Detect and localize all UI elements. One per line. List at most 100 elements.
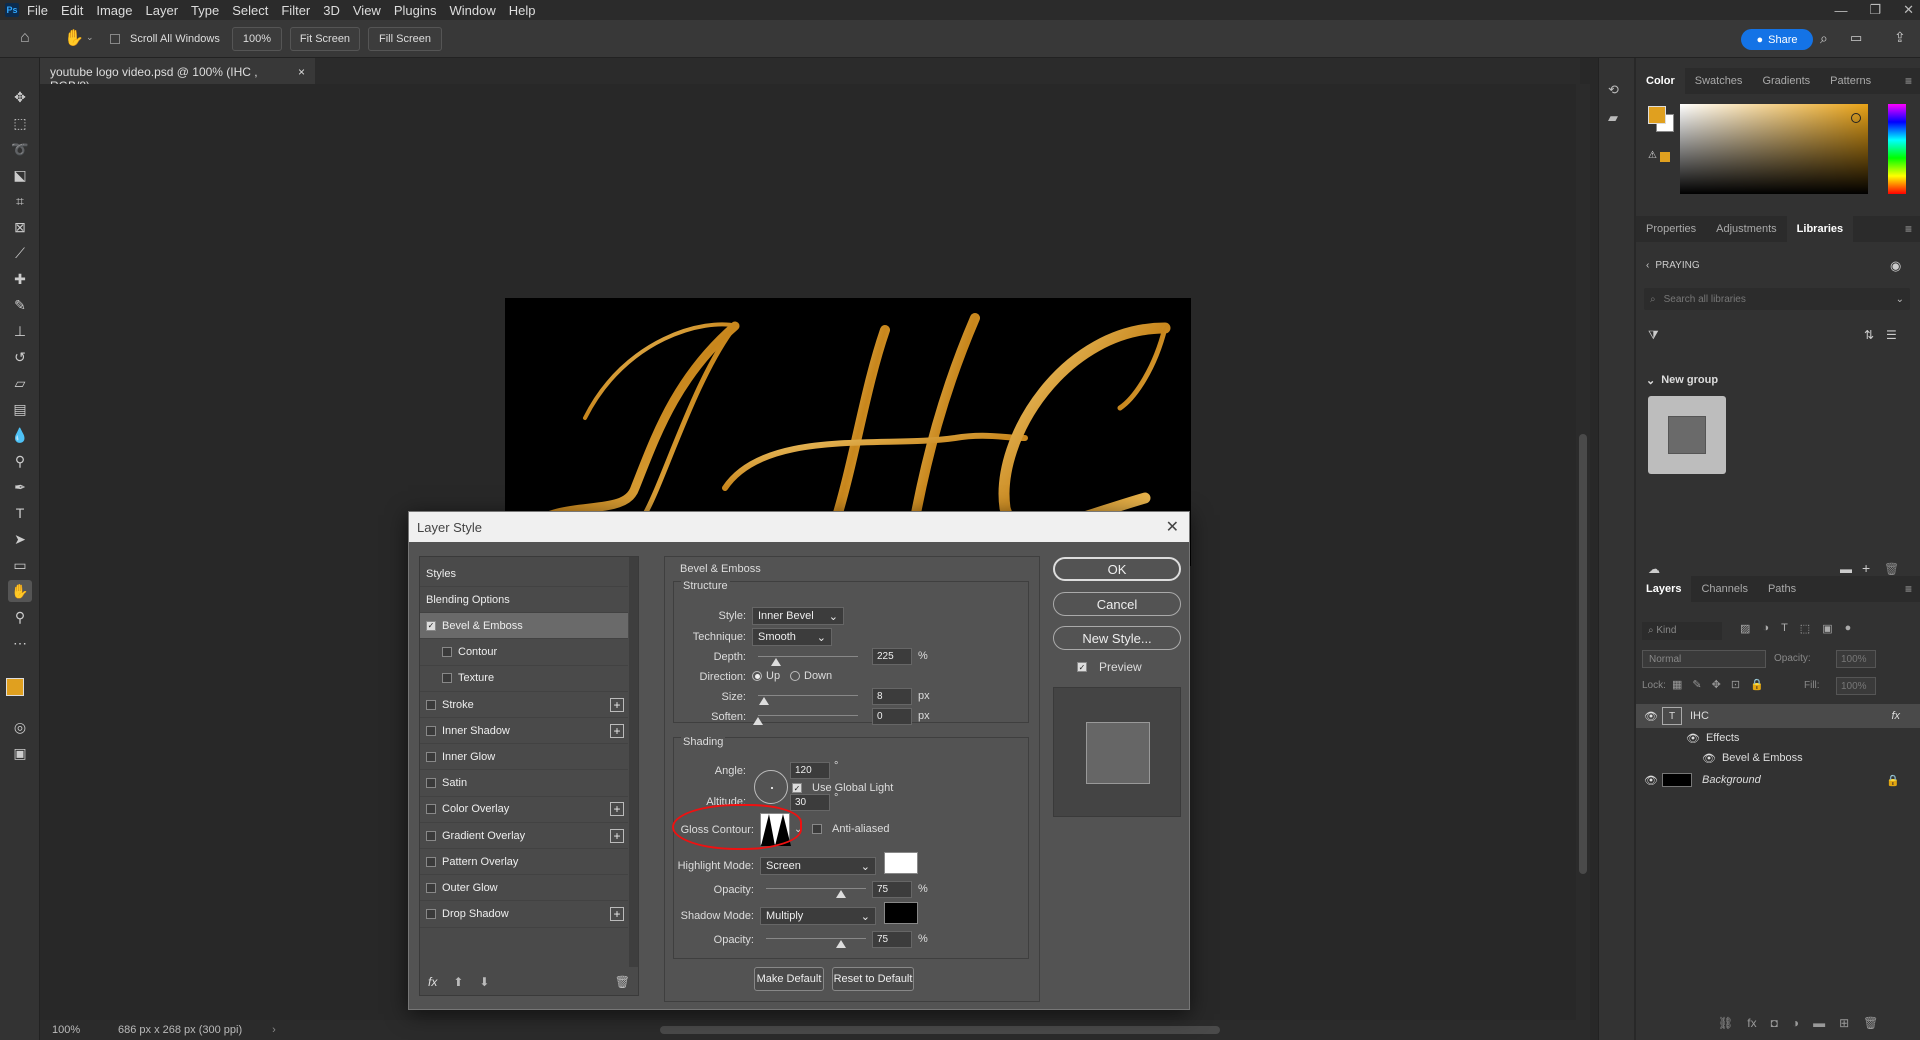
add-effect-icon[interactable]: + bbox=[610, 802, 624, 817]
altitude-input[interactable]: 30 bbox=[790, 794, 830, 811]
lock-transparency-icon[interactable]: ▦ bbox=[1672, 678, 1682, 691]
checkbox-icon[interactable] bbox=[442, 647, 452, 658]
cancel-button[interactable]: Cancel bbox=[1053, 592, 1181, 616]
tab-paths[interactable]: Paths bbox=[1758, 576, 1806, 602]
panel-menu-icon[interactable]: ≡ bbox=[1905, 222, 1912, 236]
share-button[interactable]: ● Share bbox=[1741, 29, 1813, 50]
angle-dial[interactable] bbox=[754, 770, 788, 804]
vertical-scrollbar[interactable] bbox=[1576, 84, 1590, 1020]
status-arrow-icon[interactable]: › bbox=[272, 1024, 276, 1036]
direction-up-radio[interactable]: Up bbox=[752, 670, 780, 682]
highlight-mode-select[interactable]: Screen ⌄ bbox=[760, 857, 876, 875]
tab-gradients[interactable]: Gradients bbox=[1752, 68, 1820, 94]
tab-adjustments[interactable]: Adjustments bbox=[1706, 216, 1787, 242]
style-item-gradient-overlay[interactable]: Gradient Overlay + bbox=[420, 823, 628, 849]
checkbox-icon[interactable] bbox=[426, 751, 436, 762]
eye-icon[interactable]: 👁 bbox=[1644, 774, 1662, 787]
trash-icon[interactable]: 🗑 bbox=[615, 975, 630, 989]
depth-slider-track[interactable] bbox=[758, 656, 858, 657]
panel-menu-icon[interactable]: ≡ bbox=[1905, 74, 1912, 88]
soften-input[interactable]: 0 bbox=[872, 708, 912, 725]
fill-input[interactable]: 100% bbox=[1836, 677, 1876, 695]
workspace-icon[interactable]: ▭ bbox=[1850, 30, 1862, 46]
size-slider-track[interactable] bbox=[758, 695, 858, 696]
library-search-input[interactable]: ⌕ Search all libraries ⌄ bbox=[1644, 288, 1910, 310]
hue-slider[interactable] bbox=[1888, 104, 1906, 194]
restore-icon[interactable]: ❐ bbox=[1869, 2, 1881, 18]
highlight-opacity-input[interactable]: 75 bbox=[872, 881, 912, 898]
color-picker-marker[interactable] bbox=[1851, 113, 1861, 123]
fit-screen-button[interactable]: Fit Screen bbox=[290, 27, 360, 51]
checkbox-checked-icon[interactable]: ✓ bbox=[426, 620, 436, 631]
highlight-opacity-knob[interactable] bbox=[836, 890, 846, 898]
vertical-scroll-thumb[interactable] bbox=[1579, 434, 1587, 874]
tab-layers[interactable]: Layers bbox=[1636, 576, 1692, 602]
menu-filter[interactable]: Filter bbox=[281, 3, 310, 18]
add-effect-icon[interactable]: + bbox=[610, 723, 624, 738]
tab-patterns[interactable]: Patterns bbox=[1820, 68, 1881, 94]
style-item-pattern-overlay[interactable]: Pattern Overlay bbox=[420, 849, 628, 876]
hand-tool-icon[interactable]: ✋ bbox=[64, 28, 84, 48]
new-layer-icon[interactable]: ⊞ bbox=[1839, 1016, 1849, 1030]
link-icon[interactable]: ⛓ bbox=[1718, 1016, 1733, 1030]
reset-to-default-button[interactable]: Reset to Default bbox=[832, 967, 914, 991]
horizontal-scroll-thumb[interactable] bbox=[660, 1026, 1220, 1034]
folder-icon[interactable]: ▬ bbox=[1813, 1016, 1825, 1030]
library-collaborators-icon[interactable]: ◉ bbox=[1890, 258, 1901, 274]
chevron-down-icon[interactable]: ⌄ bbox=[1896, 294, 1904, 305]
style-item-contour[interactable]: Contour bbox=[420, 640, 628, 666]
type-filter-icon[interactable]: T bbox=[1781, 622, 1788, 635]
checkbox-icon[interactable] bbox=[110, 34, 120, 44]
cloud-icon[interactable]: ☁ bbox=[1648, 562, 1660, 576]
sort-icon[interactable]: ⇅ bbox=[1864, 328, 1874, 342]
style-item-inner-shadow[interactable]: Inner Shadow + bbox=[420, 718, 628, 745]
move-up-icon[interactable]: ⬆ bbox=[453, 975, 463, 989]
direction-down-radio[interactable]: Down bbox=[790, 670, 832, 682]
tab-libraries[interactable]: Libraries bbox=[1786, 216, 1854, 242]
history-brush-tool-icon[interactable]: ↺ bbox=[8, 346, 32, 368]
menu-help[interactable]: Help bbox=[509, 3, 536, 18]
export-icon[interactable]: ⇪ bbox=[1894, 29, 1906, 46]
tab-swatches[interactable]: Swatches bbox=[1685, 68, 1753, 94]
style-item-drop-shadow[interactable]: Drop Shadow + bbox=[420, 902, 628, 928]
comments-icon[interactable]: ▰ bbox=[1608, 110, 1618, 126]
frame-tool-icon[interactable]: ⊠ bbox=[8, 216, 32, 238]
fg-color-chip[interactable] bbox=[1648, 106, 1666, 124]
bevel-style-select[interactable]: Inner Bevel ⌄ bbox=[752, 607, 844, 625]
folder-icon[interactable]: ▬ bbox=[1840, 562, 1852, 576]
panel-menu-icon[interactable]: ≡ bbox=[1905, 582, 1912, 596]
soften-slider-knob[interactable] bbox=[753, 717, 763, 725]
minimize-icon[interactable]: — bbox=[1834, 3, 1847, 18]
menu-view[interactable]: View bbox=[353, 3, 381, 18]
add-effect-icon[interactable]: + bbox=[610, 697, 624, 712]
move-tool-icon[interactable]: ✥ bbox=[8, 86, 32, 108]
status-zoom[interactable]: 100% bbox=[52, 1024, 112, 1036]
close-window-icon[interactable]: ✕ bbox=[1903, 2, 1914, 18]
gamut-warning-icon[interactable]: ⚠ bbox=[1648, 150, 1657, 161]
checkbox-icon[interactable] bbox=[426, 909, 436, 920]
fx-icon[interactable]: fx bbox=[1747, 1016, 1756, 1030]
menu-layer[interactable]: Layer bbox=[146, 3, 179, 18]
scroll-all-windows-option[interactable]: Scroll All Windows bbox=[110, 33, 220, 45]
checkbox-icon[interactable] bbox=[426, 804, 436, 815]
eraser-tool-icon[interactable]: ▱ bbox=[8, 372, 32, 394]
adjustment-icon[interactable]: ◑ bbox=[1792, 1016, 1799, 1030]
blend-mode-select[interactable]: Normal bbox=[1642, 650, 1766, 668]
screen-mode-icon[interactable]: ▣ bbox=[8, 742, 32, 764]
library-breadcrumb[interactable]: ‹ PRAYING bbox=[1646, 260, 1700, 271]
highlight-opacity-track[interactable] bbox=[766, 888, 866, 889]
eye-icon[interactable]: 👁 bbox=[1702, 752, 1716, 765]
zoom-100-button[interactable]: 100% bbox=[232, 27, 282, 51]
add-effect-icon[interactable]: + bbox=[610, 907, 624, 922]
checkbox-icon[interactable] bbox=[442, 673, 452, 684]
style-item-texture[interactable]: Texture bbox=[420, 666, 628, 692]
shadow-opacity-knob[interactable] bbox=[836, 940, 846, 948]
style-item-inner-glow[interactable]: Inner Glow bbox=[420, 744, 628, 771]
style-item-stroke[interactable]: Stroke + bbox=[420, 692, 628, 718]
angle-input[interactable]: 120 bbox=[790, 762, 830, 779]
technique-select[interactable]: Smooth ⌄ bbox=[752, 628, 832, 646]
menu-plugins[interactable]: Plugins bbox=[394, 3, 437, 18]
crop-tool-icon[interactable]: ⌗ bbox=[8, 190, 32, 212]
eyedropper-tool-icon[interactable]: ⟋ bbox=[8, 242, 32, 264]
layer-row-background[interactable]: 👁 Background 🔒 bbox=[1636, 768, 1920, 792]
